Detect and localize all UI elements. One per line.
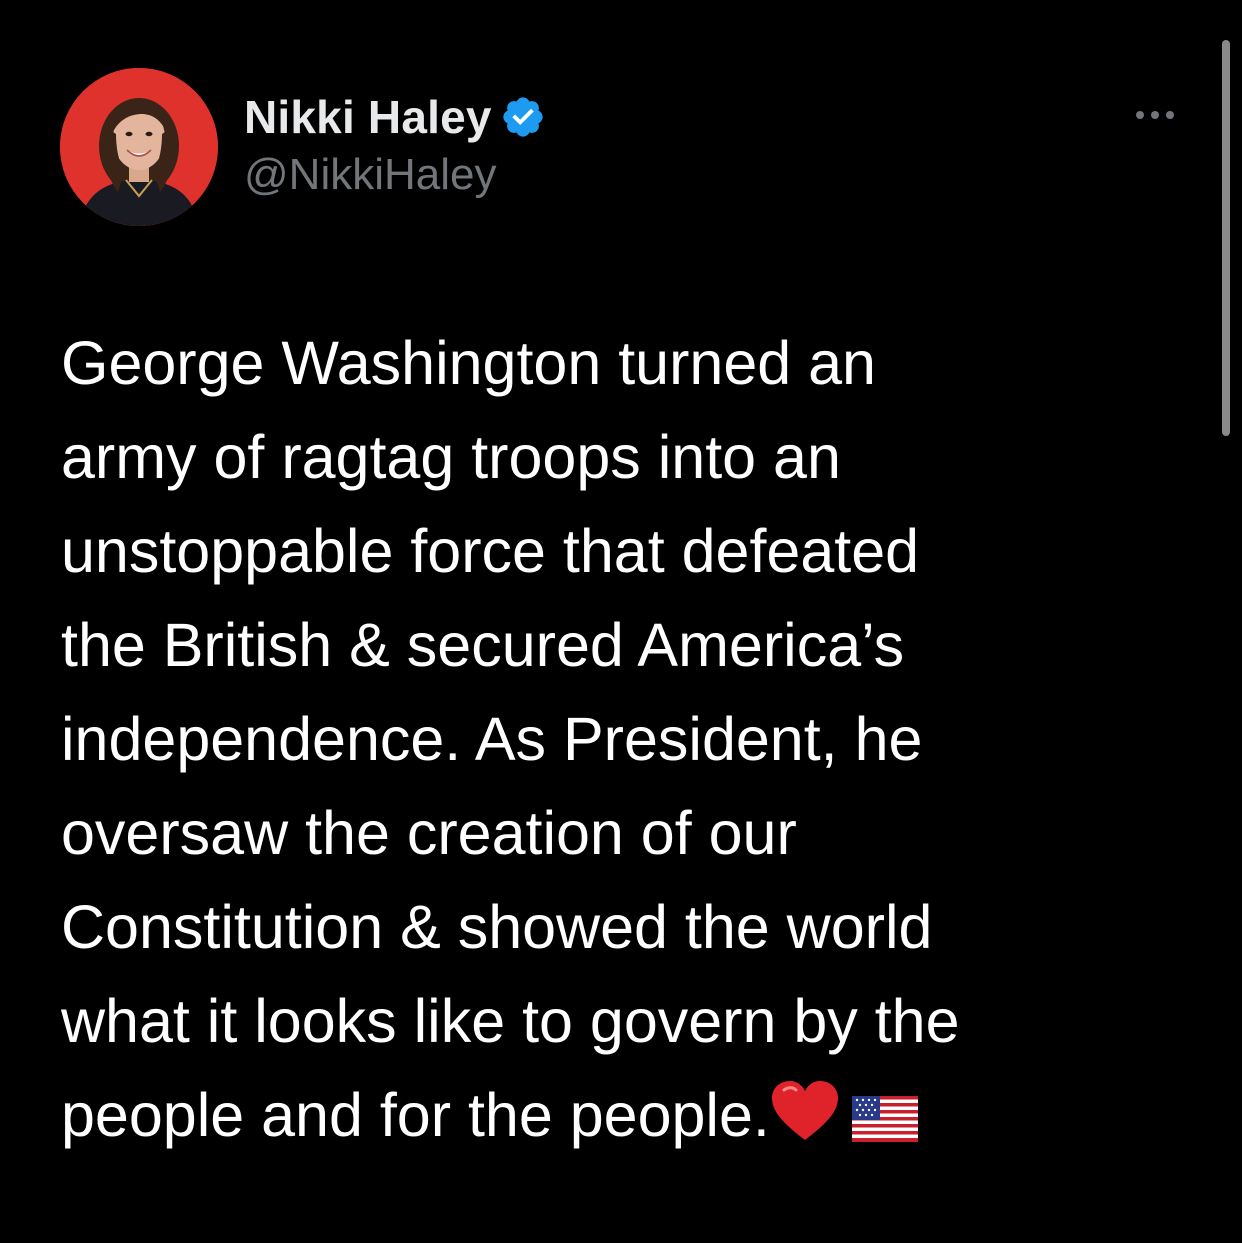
more-horizontal-icon-dot bbox=[1166, 111, 1174, 119]
scrollbar-thumb[interactable] bbox=[1222, 40, 1230, 436]
author-name-row: Nikki Haley bbox=[244, 86, 546, 148]
tweet-text: George Washington turned an army of ragt… bbox=[61, 316, 1171, 1168]
red-heart-emoji-icon bbox=[770, 1074, 840, 1168]
tweet-text-line: people and for the people. bbox=[61, 1081, 770, 1149]
tweet-text-line: oversaw the creation of our bbox=[61, 799, 797, 867]
profile-photo-icon bbox=[60, 68, 218, 226]
more-options-button[interactable] bbox=[1128, 100, 1182, 130]
more-horizontal-icon bbox=[1136, 111, 1144, 119]
author-info: Nikki Haley @NikkiHaley bbox=[244, 86, 546, 200]
tweet-text-line: what it looks like to govern by the bbox=[61, 987, 960, 1055]
author-display-name[interactable]: Nikki Haley bbox=[244, 90, 492, 144]
scrollbar[interactable] bbox=[1222, 40, 1232, 436]
verified-badge-icon bbox=[500, 94, 546, 140]
tweet-text-line: Constitution & showed the world bbox=[61, 893, 933, 961]
tweet-text-line: the British & secured America’s bbox=[61, 611, 905, 679]
tweet-card: Nikki Haley @NikkiHaley George Washingto… bbox=[0, 0, 1242, 1243]
avatar[interactable] bbox=[60, 68, 218, 226]
tweet-text-line: independence. As President, he bbox=[61, 705, 923, 773]
tweet-text-line: unstoppable force that defeated bbox=[61, 517, 920, 585]
us-flag-emoji-icon bbox=[851, 1074, 918, 1168]
tweet-text-last-line: people and for the people. bbox=[61, 1068, 1171, 1168]
tweet-text-line: army of ragtag troops into an bbox=[61, 423, 841, 491]
more-horizontal-icon-dot bbox=[1151, 111, 1159, 119]
tweet-text-line: George Washington turned an bbox=[61, 329, 876, 397]
author-handle[interactable]: @NikkiHaley bbox=[244, 150, 546, 200]
